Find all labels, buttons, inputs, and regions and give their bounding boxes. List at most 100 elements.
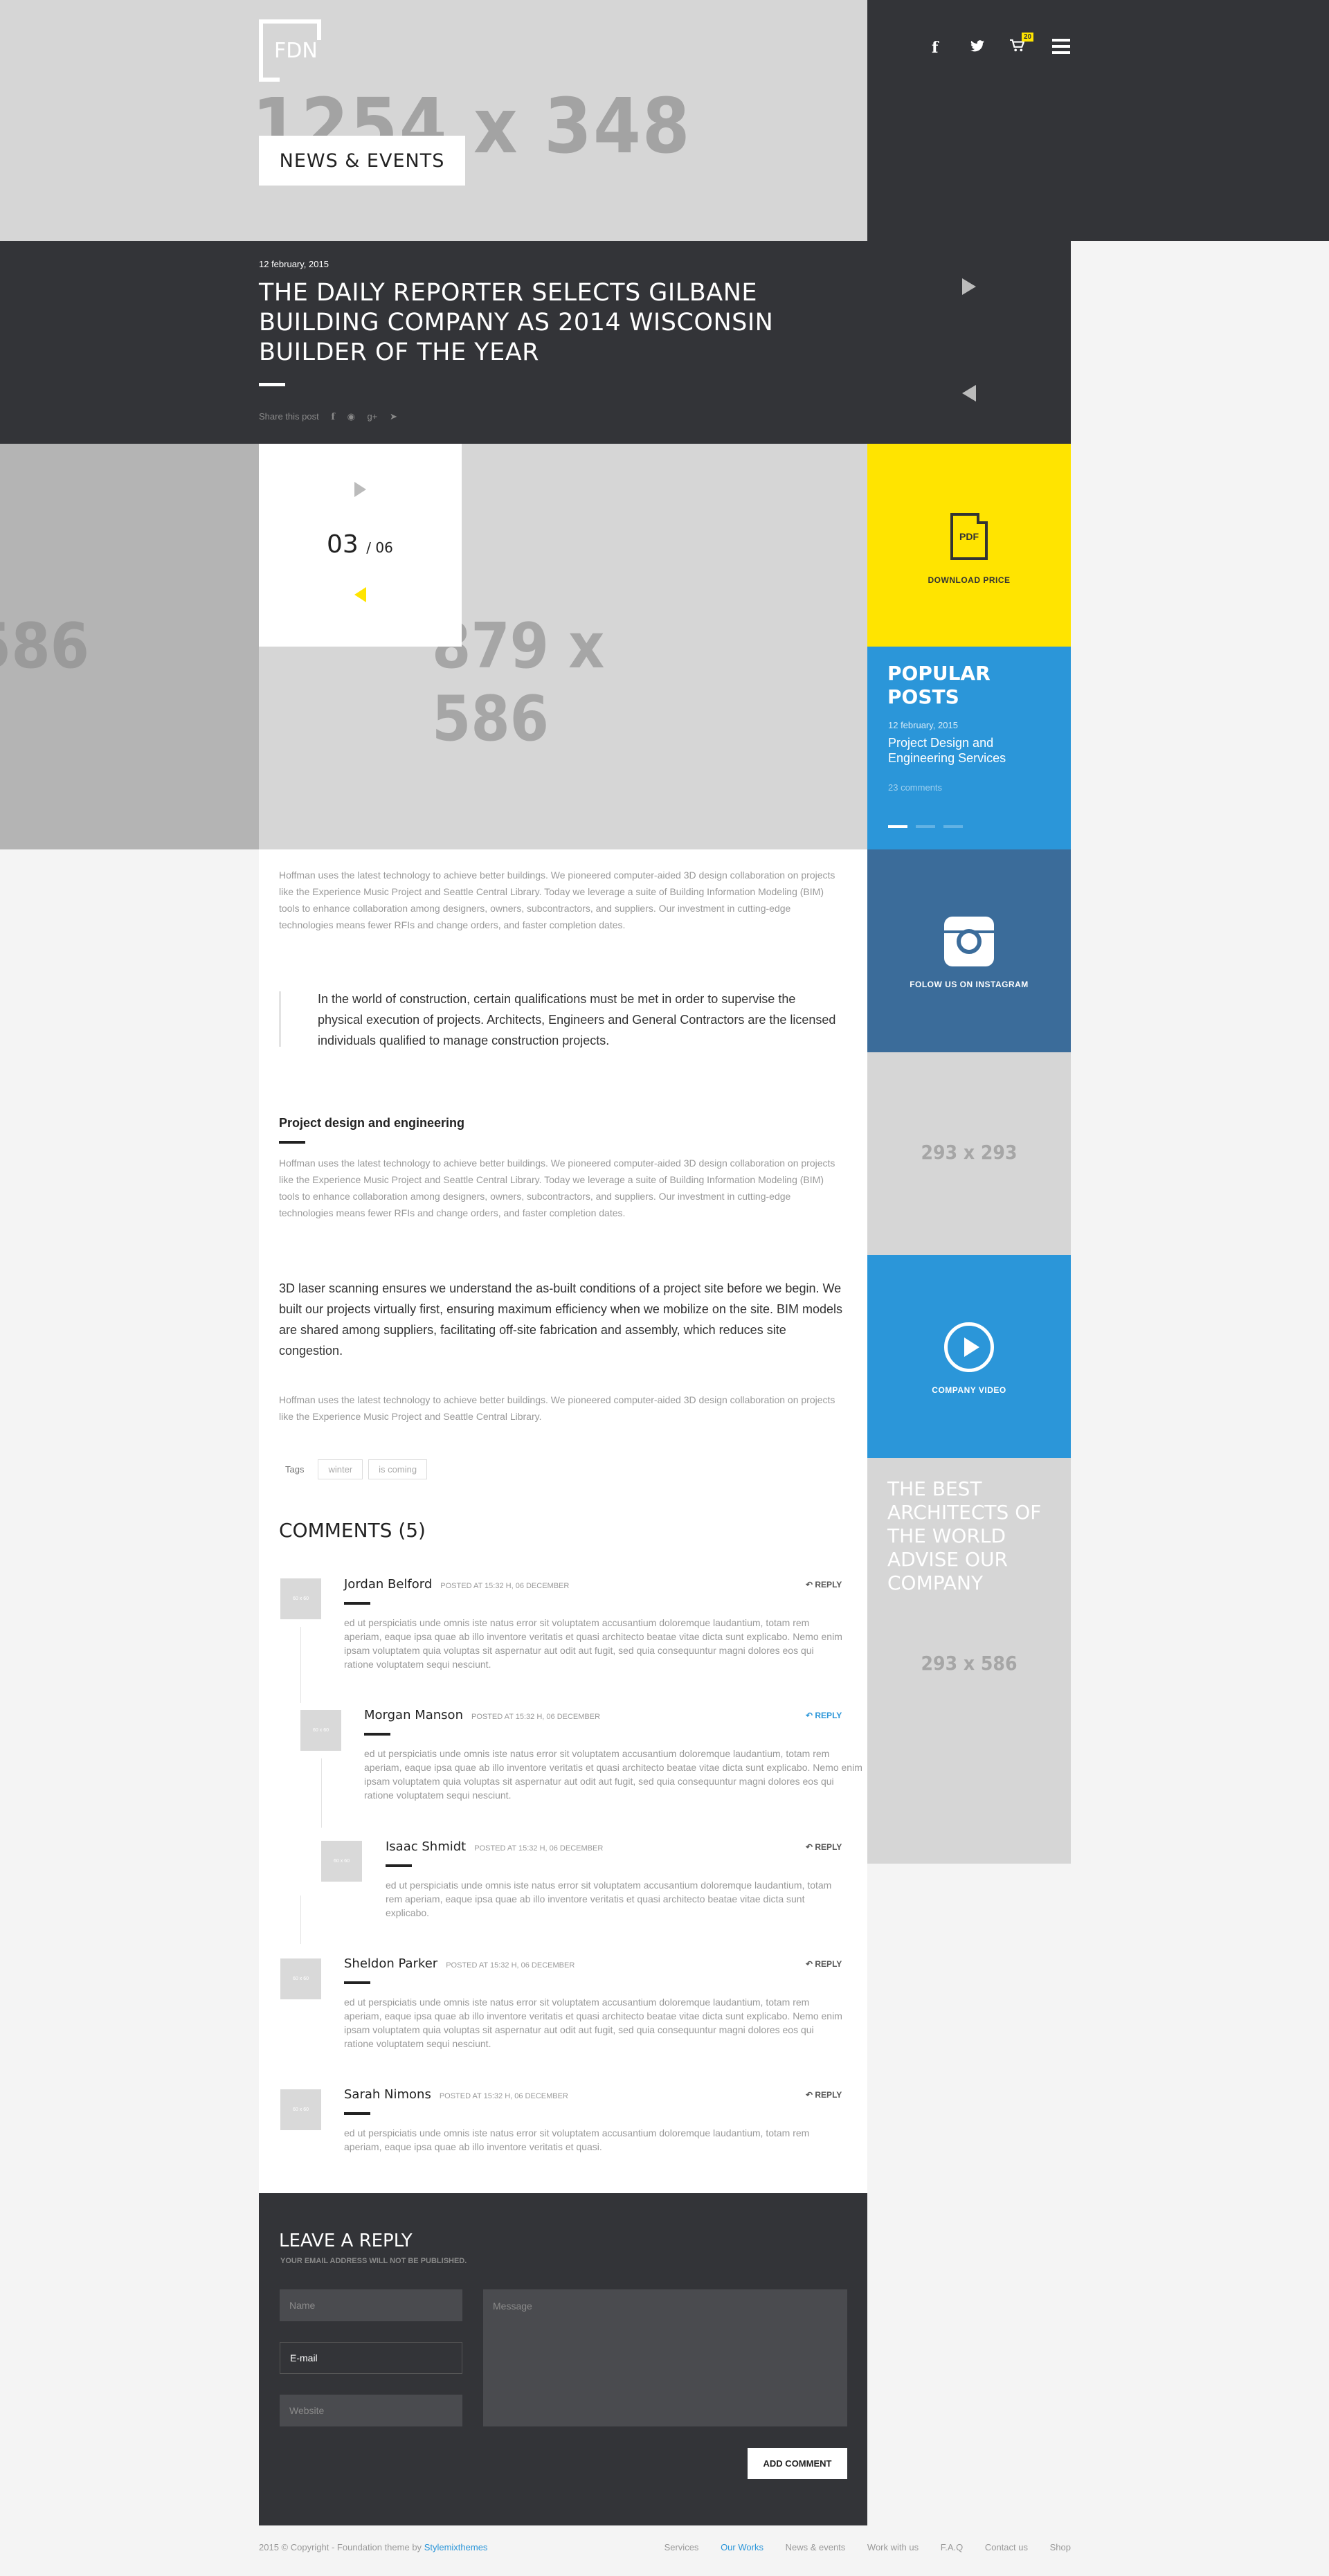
hero-image: 1254 x 348 (0, 0, 867, 241)
company-video-widget[interactable]: COMPANY VIDEO (867, 1255, 1071, 1458)
thread-line (300, 1627, 301, 1703)
post-date: 12 february, 2015 (259, 259, 329, 269)
thread-line (321, 1758, 322, 1828)
tag-chip[interactable]: winter (318, 1459, 363, 1479)
avatar: 60 x 60 (280, 1958, 321, 1999)
pager-dot[interactable] (943, 825, 963, 828)
header-topbar (867, 0, 1329, 241)
popular-posts-title: POPULAR POSTS (887, 662, 991, 709)
email-field[interactable]: E-mail (280, 2342, 462, 2374)
footer-nav-work-with-us[interactable]: Work with us (867, 2542, 919, 2552)
popular-posts-widget: POPULAR POSTS 12 february, 2015 Project … (867, 647, 1071, 849)
popular-posts-title-line1: POPULAR (887, 662, 991, 685)
blockquote: In the world of construction, certain qu… (318, 992, 836, 1047)
thread-line (300, 1895, 301, 1944)
add-comment-button[interactable]: ADD COMMENT (748, 2448, 847, 2479)
footer-brand-link[interactable]: Stylemixthemes (424, 2542, 488, 2552)
reply-label: REPLY (815, 1959, 842, 1969)
popular-post-link[interactable]: Project Design and Engineering Services (888, 735, 1047, 766)
comment-header: Jordan Belford POSTED AT 15:32 H, 06 DEC… (344, 1577, 569, 1592)
gallery-counter-total: / 06 (366, 539, 393, 556)
pager-dot[interactable] (916, 825, 935, 828)
comment-underline (364, 1733, 390, 1736)
play-icon (944, 1322, 994, 1372)
footer-nav-our-works[interactable]: Our Works (721, 2542, 763, 2552)
tags-label: Tags (285, 1464, 305, 1475)
comment-body: ed ut perspiciatis unde omnis iste natus… (344, 1617, 842, 1670)
article-highlight: 3D laser scanning ensures we understand … (279, 1281, 842, 1358)
reply-label: REPLY (815, 1842, 842, 1852)
comment-meta: POSTED AT 15:32 H, 06 DECEMBER (471, 1713, 601, 1721)
company-video-label: COMPANY VIDEO (932, 1385, 1006, 1395)
gallery-prev-image: 586 (0, 444, 259, 849)
menu-icon[interactable] (1052, 39, 1070, 54)
share-bar: Share this post f ◉ g+ ➤ (259, 411, 397, 422)
twitter-share-icon[interactable]: ➤ (390, 411, 397, 422)
download-price-widget[interactable]: PDF DOWNLOAD PRICE (867, 444, 1071, 647)
instagram-widget[interactable]: FOLOW US ON INSTAGRAM (867, 849, 1071, 1059)
twitter-icon[interactable] (970, 40, 984, 55)
footer-nav-faq[interactable]: F.A.Q (941, 2542, 964, 2552)
sidebar-image-1: 293 x 293 (867, 1052, 1071, 1255)
pdf-icon-label: PDF (959, 531, 979, 542)
reply-button[interactable]: ↶ REPLY (806, 1842, 842, 1852)
reply-label: REPLY (815, 1711, 842, 1720)
reply-button[interactable]: ↶ REPLY (806, 1959, 842, 1969)
name-field[interactable]: Name (280, 2289, 462, 2321)
reply-label: REPLY (815, 2090, 842, 2100)
sidebar-image-2: THE BEST ARCHITECTS OF THE WORLD ADVISE … (867, 1458, 1071, 1864)
comment-author: Sarah Nimons (344, 2087, 431, 2102)
sidebar-placeholder-1: 293 x 293 (921, 1141, 1018, 1164)
comment-header: Sheldon Parker POSTED AT 15:32 H, 06 DEC… (344, 1956, 575, 1971)
gallery-counter-current: 03 (327, 530, 359, 559)
reply-button[interactable]: ↶ REPLY (806, 1580, 842, 1589)
facebook-share-icon[interactable]: f (331, 412, 335, 422)
popular-posts-title-line2: POSTS (887, 685, 959, 708)
footer-nav-news[interactable]: News & events (786, 2542, 846, 2552)
gallery-next-icon[interactable] (354, 482, 366, 497)
avatar: 60 x 60 (300, 1710, 341, 1751)
footer-nav-shop[interactable]: Shop (1050, 2542, 1071, 2552)
comment-header: Isaac Shmidt POSTED AT 15:32 H, 06 DECEM… (386, 1839, 603, 1854)
gallery-left-placeholder: 586 (0, 610, 90, 683)
leave-reply-heading: LEAVE A REPLY (279, 2231, 413, 2251)
footer-copyright: 2015 © Copyright - Foundation theme by (259, 2542, 422, 2552)
footer-nav-services[interactable]: Services (664, 2542, 699, 2552)
website-field[interactable]: Website (280, 2395, 462, 2426)
download-price-label: DOWNLOAD PRICE (928, 575, 1011, 585)
footer-nav: Services Our Works News & events Work wi… (634, 2542, 1071, 2552)
comment-underline (344, 1981, 370, 1984)
next-post-arrow-icon[interactable] (962, 278, 976, 295)
comment-author: Sheldon Parker (344, 1956, 438, 1971)
section-heading: Project design and engineering (279, 1116, 465, 1130)
comment-meta: POSTED AT 15:32 H, 06 DECEMBER (439, 2092, 568, 2100)
gallery-prev-icon[interactable] (354, 587, 366, 602)
avatar: 60 x 60 (280, 2089, 321, 2130)
comments-heading: COMMENTS (5) (279, 1519, 426, 1542)
post-title: THE DAILY REPORTER SELECTS GILBANE BUILD… (259, 279, 774, 366)
footer-nav-contact[interactable]: Contact us (985, 2542, 1028, 2552)
pdf-icon: PDF (950, 513, 988, 560)
comment-body: ed ut perspiciatis unde omnis iste natus… (364, 1748, 862, 1801)
comment-underline (344, 1602, 370, 1605)
gallery-main-placeholder: 879 x 586 (432, 610, 605, 755)
prev-post-arrow-icon[interactable] (962, 385, 976, 402)
reply-button-active[interactable]: ↶ REPLY (806, 1711, 842, 1720)
article-paragraph-3: Hoffman uses the latest technology to ac… (279, 1394, 835, 1422)
comment-meta: POSTED AT 15:32 H, 06 DECEMBER (440, 1582, 570, 1590)
sidebar-placeholder-2: 293 x 586 (921, 1652, 1018, 1675)
comment-body: ed ut perspiciatis unde omnis iste natus… (386, 1880, 832, 1918)
popular-post-comments[interactable]: 23 comments (888, 782, 942, 793)
message-field[interactable]: Message (483, 2289, 847, 2426)
logo-text: FDN (274, 39, 318, 63)
section-heading-underline (279, 1141, 305, 1144)
pager-dot-active[interactable] (888, 825, 907, 828)
comment-meta: POSTED AT 15:32 H, 06 DECEMBER (446, 1961, 575, 1970)
tag-chip[interactable]: is coming (368, 1459, 428, 1479)
googleplus-share-icon[interactable]: g+ (368, 411, 378, 422)
facebook-icon[interactable]: f (932, 39, 938, 57)
tags-row: Tags winter is coming (285, 1459, 428, 1479)
reply-button[interactable]: ↶ REPLY (806, 2090, 842, 2100)
pinterest-share-icon[interactable]: ◉ (347, 411, 355, 422)
site-logo[interactable]: FDN (259, 19, 321, 82)
